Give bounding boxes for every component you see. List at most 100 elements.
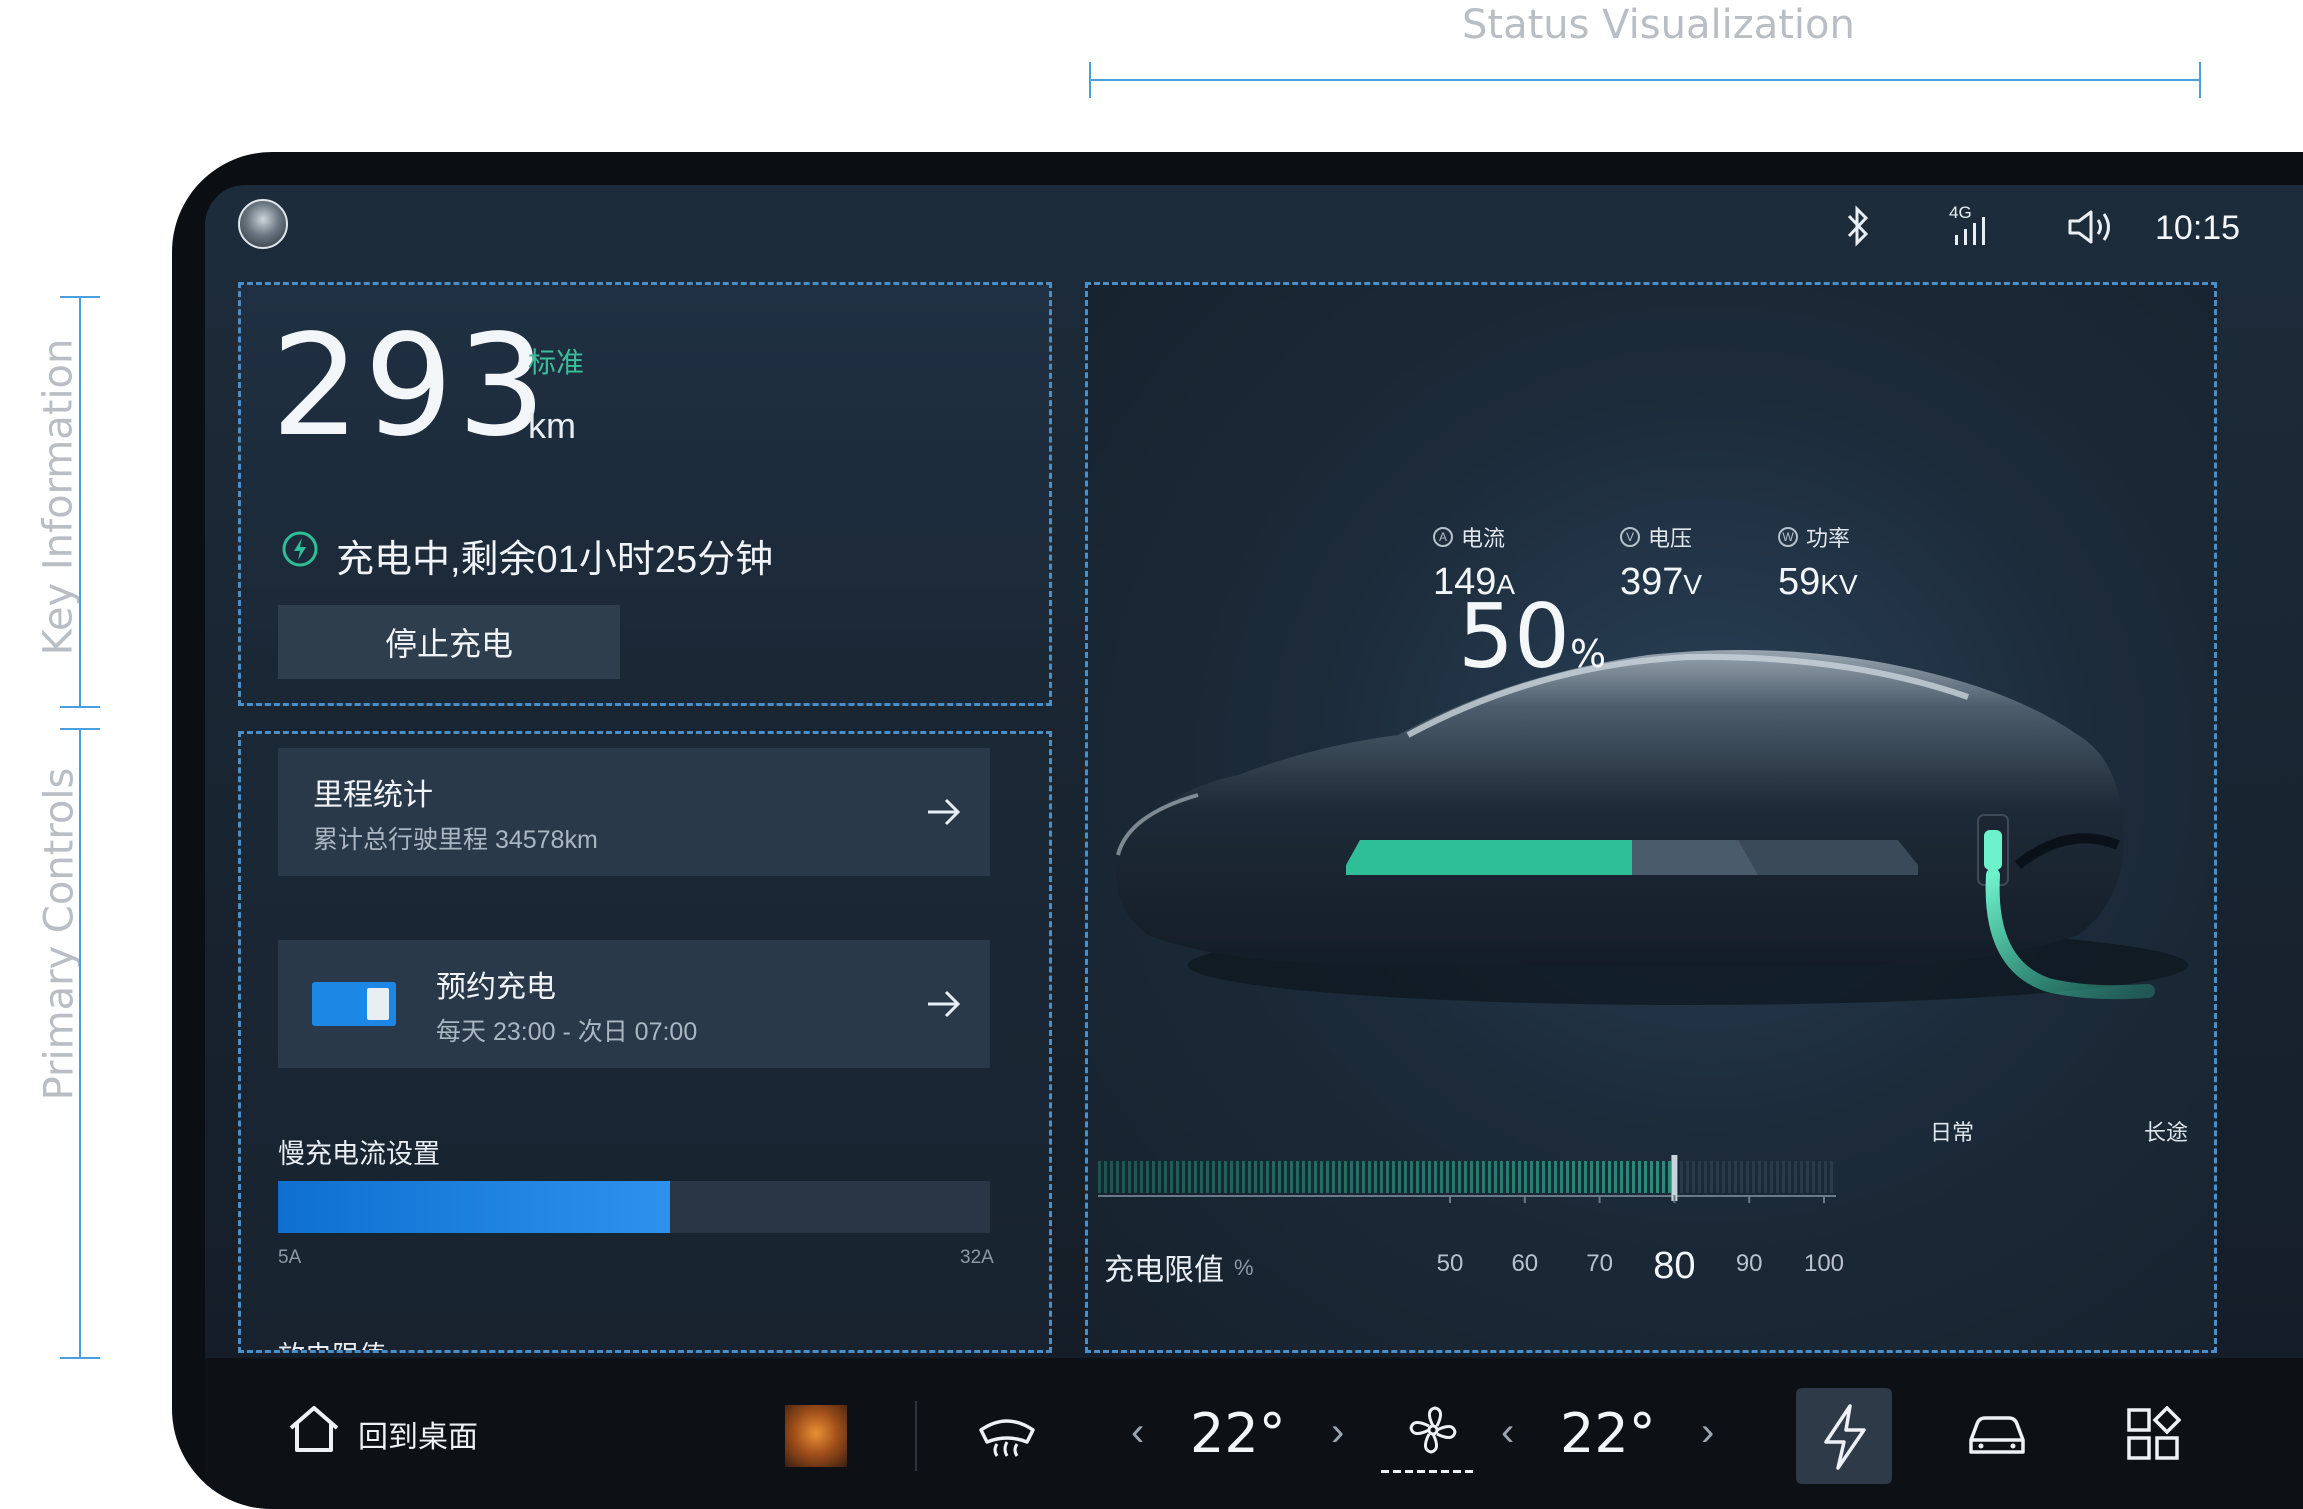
limit-tick <box>1362 1161 1365 1193</box>
scale-label[interactable]: 90 <box>1736 1250 1763 1278</box>
limit-tick <box>1464 1161 1467 1193</box>
limit-tick <box>1566 1161 1569 1193</box>
limit-tick <box>1500 1161 1503 1193</box>
power-badge-icon: W <box>1778 527 1798 547</box>
limit-tick <box>1374 1161 1377 1193</box>
limit-tick <box>1482 1161 1485 1193</box>
charging-tab[interactable] <box>1796 1388 1892 1484</box>
scale-label[interactable]: 60 <box>1511 1250 1538 1278</box>
arrow-right-icon[interactable] <box>926 988 962 1025</box>
limit-tick <box>1626 1161 1629 1193</box>
arrow-right-icon[interactable] <box>926 796 962 833</box>
key-information-bracket <box>79 297 81 707</box>
limit-tick <box>1494 1161 1497 1193</box>
scale-label[interactable]: 70 <box>1586 1250 1613 1278</box>
limit-tick <box>1158 1161 1161 1193</box>
scale-tick <box>1523 1195 1526 1203</box>
limit-tick <box>1668 1161 1671 1193</box>
limit-tick <box>1380 1161 1383 1193</box>
temp-right-decrease[interactable]: ‹ <box>1501 1410 1514 1455</box>
limit-tick <box>1800 1161 1803 1193</box>
stop-charging-button[interactable]: 停止充电 <box>278 605 620 679</box>
schedule-toggle[interactable] <box>312 982 396 1026</box>
discharge-limit-label: 放电限值 <box>278 1334 386 1350</box>
temp-left-increase[interactable]: › <box>1331 1410 1344 1455</box>
scale-label[interactable]: 100 <box>1804 1250 1844 1278</box>
limit-tick <box>1476 1161 1479 1193</box>
limit-tick <box>1422 1161 1425 1193</box>
scale-label[interactable]: 50 <box>1437 1250 1464 1278</box>
charging-status: 充电中,剩余01小时25分钟 <box>336 539 774 581</box>
slow-charge-slider[interactable] <box>278 1181 990 1233</box>
limit-tick <box>1212 1161 1215 1193</box>
limit-tick <box>1326 1161 1329 1193</box>
limit-tick <box>1200 1161 1203 1193</box>
limit-tick <box>1308 1161 1311 1193</box>
scale-label-selected[interactable]: 80 <box>1653 1245 1695 1288</box>
album-cover[interactable] <box>785 1405 847 1467</box>
limit-tick <box>1416 1161 1419 1193</box>
limit-tick <box>1680 1161 1683 1193</box>
limit-tick <box>1542 1161 1545 1193</box>
limit-tick <box>1122 1161 1125 1193</box>
volume-icon[interactable] <box>2067 209 2115 250</box>
limit-tick <box>1320 1161 1323 1193</box>
limit-tick <box>1692 1161 1695 1193</box>
limit-tick <box>1188 1161 1191 1193</box>
limit-tick <box>1662 1161 1665 1193</box>
charge-limit-slider[interactable] <box>1098 1155 2210 1215</box>
range-value: 293 <box>271 305 551 468</box>
limit-tick <box>1440 1161 1443 1193</box>
voltage-label-text: 电压 <box>1648 526 1693 551</box>
limit-tick <box>1632 1161 1635 1193</box>
key-information-label: Key Information <box>35 338 82 656</box>
limit-tick <box>1356 1161 1359 1193</box>
limit-tick <box>1146 1161 1149 1193</box>
limit-tick <box>1620 1161 1623 1193</box>
limit-tick <box>1434 1161 1437 1193</box>
limit-tick <box>1398 1161 1401 1193</box>
temp-right: 22° <box>1560 1402 1656 1465</box>
schedule-card[interactable]: 预约充电 每天 23:00 - 次日 07:00 <box>278 940 990 1068</box>
mileage-card[interactable]: 里程统计 累计总行驶里程 34578km <box>278 748 990 876</box>
slow-charge-max: 32A <box>960 1247 994 1268</box>
range-mode: 标准 <box>528 347 585 378</box>
rear-defrost-icon[interactable] <box>977 1408 1037 1465</box>
limit-tick <box>1770 1161 1773 1193</box>
limit-tick <box>1176 1161 1179 1193</box>
limit-tick <box>1572 1161 1575 1193</box>
apps-icon[interactable] <box>2125 1405 2182 1467</box>
range-unit: km <box>528 405 576 446</box>
fan-icon[interactable] <box>1405 1402 1461 1463</box>
limit-tick <box>1290 1161 1293 1193</box>
limit-tick <box>1590 1161 1593 1193</box>
battery-percent-unit: % <box>1569 632 1607 676</box>
temp-left-decrease[interactable]: ‹ <box>1131 1410 1144 1455</box>
battery-percent-value: 50 <box>1458 585 1570 688</box>
avatar[interactable] <box>238 199 288 249</box>
temp-right-increase[interactable]: › <box>1701 1410 1714 1455</box>
limit-tick <box>1236 1161 1239 1193</box>
limit-tick <box>1182 1161 1185 1193</box>
home-icon[interactable] <box>287 1404 341 1459</box>
limit-tick <box>1752 1161 1755 1193</box>
car-illustration <box>1116 650 2188 1005</box>
limit-tick <box>1548 1161 1551 1193</box>
scale-tick <box>1823 1195 1825 1203</box>
bracket-tick-mid <box>60 706 100 708</box>
limit-tick <box>1830 1161 1833 1193</box>
device-frame: 4G 10:15 293 标准 km 充电中,剩余01小时25分钟 停止充电 里… <box>172 152 2303 1509</box>
bracket-tick-left <box>1089 62 1091 98</box>
limit-tick <box>1746 1161 1749 1193</box>
limit-tick <box>1722 1161 1725 1193</box>
home-label[interactable]: 回到桌面 <box>358 1412 478 1456</box>
limit-tick <box>1608 1161 1611 1193</box>
car-icon[interactable] <box>1965 1410 2029 1465</box>
limit-handle[interactable] <box>1671 1155 1678 1201</box>
bluetooth-icon[interactable] <box>1845 205 1871 252</box>
limit-tick <box>1776 1161 1779 1193</box>
limit-tick <box>1638 1161 1641 1193</box>
limit-tick <box>1140 1161 1143 1193</box>
limit-tick <box>1266 1161 1269 1193</box>
limit-tick <box>1818 1161 1821 1193</box>
